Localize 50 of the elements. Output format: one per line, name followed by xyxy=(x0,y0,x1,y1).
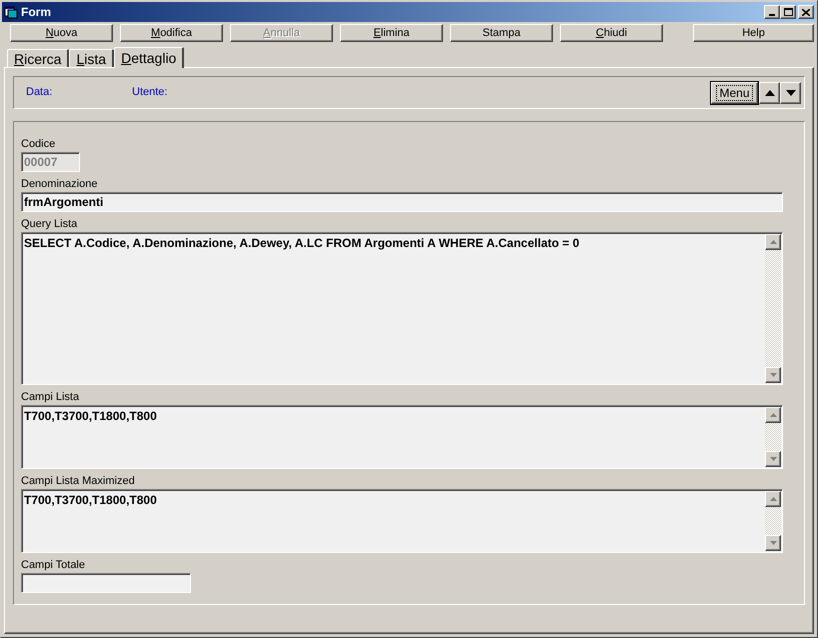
up-arrow-icon xyxy=(770,413,776,417)
field-label: Codice xyxy=(21,137,56,152)
close-icon xyxy=(802,8,810,16)
toolbar-button[interactable]: Modifica xyxy=(120,24,223,42)
help-button[interactable]: Help xyxy=(693,24,814,42)
field-label: Campi Totale xyxy=(21,558,86,573)
scroll-up-button[interactable] xyxy=(765,234,781,250)
scroll-down-button[interactable] xyxy=(765,367,781,383)
tab[interactable]: Dettaglio xyxy=(114,47,184,68)
up-arrow-icon xyxy=(764,90,774,96)
down-arrow-icon xyxy=(786,90,796,96)
scroll-up-button[interactable] xyxy=(765,491,781,507)
maximize-button[interactable] xyxy=(780,5,796,19)
up-arrow-icon xyxy=(770,240,776,244)
minimize-button[interactable] xyxy=(764,5,780,19)
down-arrow-icon xyxy=(770,373,776,377)
scroll-up-button[interactable] xyxy=(765,407,781,423)
minimize-icon xyxy=(769,14,775,16)
menu-button[interactable]: Menu xyxy=(711,82,758,104)
tab[interactable]: Lista xyxy=(69,49,114,67)
window-icon xyxy=(4,5,18,19)
utente-label: Utente: xyxy=(132,85,168,100)
down-arrow-icon xyxy=(770,457,776,461)
toolbar-button[interactable]: Chiudi xyxy=(560,24,663,42)
toolbar-button[interactable]: Nuova xyxy=(10,24,113,42)
field-label: Campi Lista Maximized xyxy=(21,474,136,489)
text-area[interactable]: T700,T3700,T1800,T800 xyxy=(21,405,783,469)
down-button[interactable] xyxy=(780,82,801,104)
data-label: Data: xyxy=(26,85,54,100)
text-area[interactable]: SELECT A.Codice, A.Denominazione, A.Dewey, A.LC FROM Argomenti A WHERE A.Cancellato = 0 xyxy=(21,232,783,385)
scrollbar[interactable] xyxy=(765,491,781,551)
up-button[interactable] xyxy=(759,82,780,104)
scrollbar[interactable] xyxy=(765,234,781,383)
field-label: Campi Lista xyxy=(21,390,80,405)
field-label: Query Lista xyxy=(21,217,78,232)
field-label: Denominazione xyxy=(21,177,98,192)
scroll-down-button[interactable] xyxy=(765,535,781,551)
text-field[interactable]: frmArgomenti xyxy=(21,192,783,212)
toolbar-button[interactable]: Elimina xyxy=(340,24,443,42)
text-field[interactable] xyxy=(21,573,191,593)
maximize-icon xyxy=(784,8,792,16)
toolbar-button[interactable]: Stampa xyxy=(450,24,553,42)
close-button[interactable] xyxy=(798,5,814,19)
down-arrow-icon xyxy=(770,541,776,545)
scrollbar[interactable] xyxy=(765,407,781,467)
text-area[interactable]: T700,T3700,T1800,T800 xyxy=(21,489,783,553)
window-title: Form xyxy=(21,4,51,21)
up-arrow-icon xyxy=(770,497,776,501)
scroll-down-button[interactable] xyxy=(765,451,781,467)
tab[interactable]: Ricerca xyxy=(7,49,70,67)
